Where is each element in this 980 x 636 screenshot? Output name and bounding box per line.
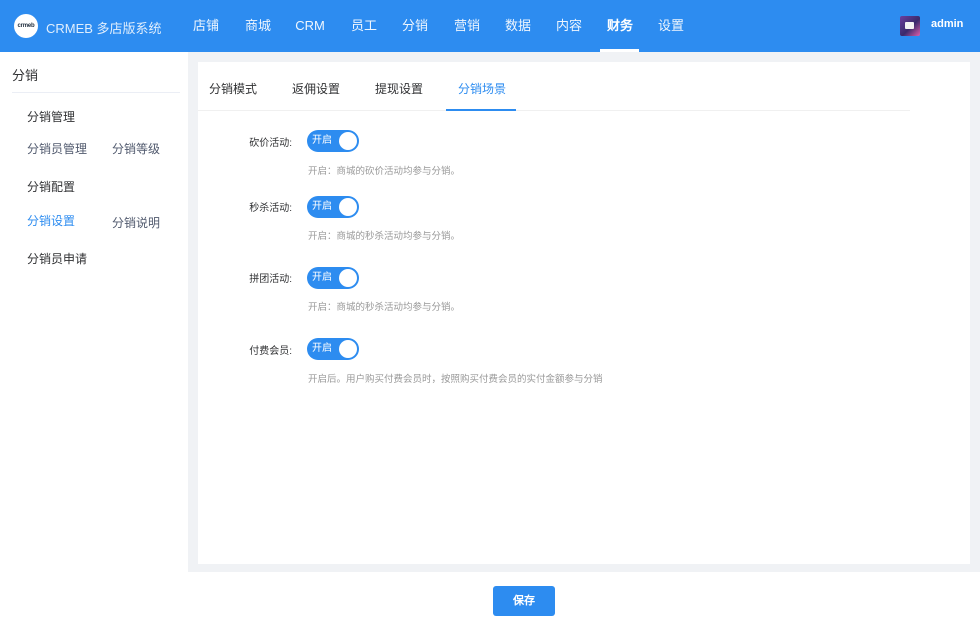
toggle-label: 开启 [312, 201, 332, 212]
nav-item-distribution[interactable]: 分销 [398, 0, 432, 52]
nav-item-crm[interactable]: CRM [292, 0, 328, 52]
toggle-knob [339, 269, 357, 287]
nav-item-content[interactable]: 内容 [552, 0, 586, 52]
sidebar-item-applications[interactable]: 分销员申请 [27, 250, 87, 267]
footer-bar [188, 572, 980, 636]
tab-commission[interactable]: 返佣设置 [292, 80, 340, 97]
nav-item-store[interactable]: 店铺 [190, 0, 222, 52]
nav-item-data[interactable]: 数据 [501, 0, 535, 52]
logo-icon[interactable]: crmeb [14, 14, 38, 38]
tab-divider [198, 110, 910, 111]
tab-withdrawal[interactable]: 提现设置 [375, 80, 423, 97]
groupbuy-toggle[interactable]: 开启 [307, 267, 359, 289]
sidebar-item-levels[interactable]: 分销等级 [112, 140, 160, 157]
bargain-toggle[interactable]: 开启 [307, 130, 359, 152]
field-label-groupbuy: 拼团活动: [249, 274, 292, 285]
toggle-knob [339, 198, 357, 216]
sidebar: 分销 分销管理 分销员管理 分销等级 分销配置 分销设置 分销说明 分销员申请 [0, 52, 188, 636]
field-help-bargain: 开启：商城的砍价活动均参与分销。 [308, 166, 461, 177]
field-help-paid-member: 开启后。用户购买付费会员时，按照购买付费会员的实付金额参与分销 [308, 374, 603, 385]
sidebar-item-description[interactable]: 分销说明 [112, 214, 160, 231]
nav-item-staff[interactable]: 员工 [347, 0, 381, 52]
tab-active-indicator [446, 109, 516, 111]
top-navbar: crmeb CRMEB 多店版系统 店铺 商城 CRM 员工 分销 营销 数据 … [0, 0, 980, 52]
nav-item-settings[interactable]: 设置 [654, 0, 688, 52]
nav-item-mall[interactable]: 商城 [242, 0, 274, 52]
paid-member-toggle[interactable]: 开启 [307, 338, 359, 360]
seckill-toggle[interactable]: 开启 [307, 196, 359, 218]
sidebar-group-config: 分销配置 [27, 180, 76, 194]
brand-title: CRMEB 多店版系统 [46, 21, 162, 36]
toggle-knob [339, 132, 357, 150]
nav-item-marketing[interactable]: 营销 [450, 0, 484, 52]
tab-scenarios[interactable]: 分销场景 [458, 80, 506, 97]
toggle-label: 开启 [312, 272, 332, 283]
save-button[interactable]: 保存 [493, 586, 555, 616]
sidebar-title: 分销 [12, 68, 39, 83]
nav-active-indicator [600, 49, 639, 52]
field-help-seckill: 开启：商城的秒杀活动均参与分销。 [308, 231, 461, 242]
nav-item-finance[interactable]: 财务 [602, 0, 638, 52]
field-help-groupbuy: 开启：商城的秒杀活动均参与分销。 [308, 302, 461, 313]
avatar[interactable] [900, 16, 920, 36]
field-label-paid-member: 付费会员: [249, 346, 292, 357]
sidebar-item-settings[interactable]: 分销设置 [27, 212, 75, 229]
username[interactable]: admin [931, 18, 963, 30]
toggle-label: 开启 [312, 343, 332, 354]
toggle-label: 开启 [312, 135, 332, 146]
field-label-bargain: 砍价活动: [249, 138, 292, 149]
toggle-knob [339, 340, 357, 358]
sidebar-item-members[interactable]: 分销员管理 [27, 140, 87, 157]
field-label-seckill: 秒杀活动: [249, 203, 292, 214]
sidebar-group-management: 分销管理 [27, 110, 76, 124]
sidebar-divider [12, 92, 180, 93]
tab-mode[interactable]: 分销模式 [209, 80, 257, 97]
